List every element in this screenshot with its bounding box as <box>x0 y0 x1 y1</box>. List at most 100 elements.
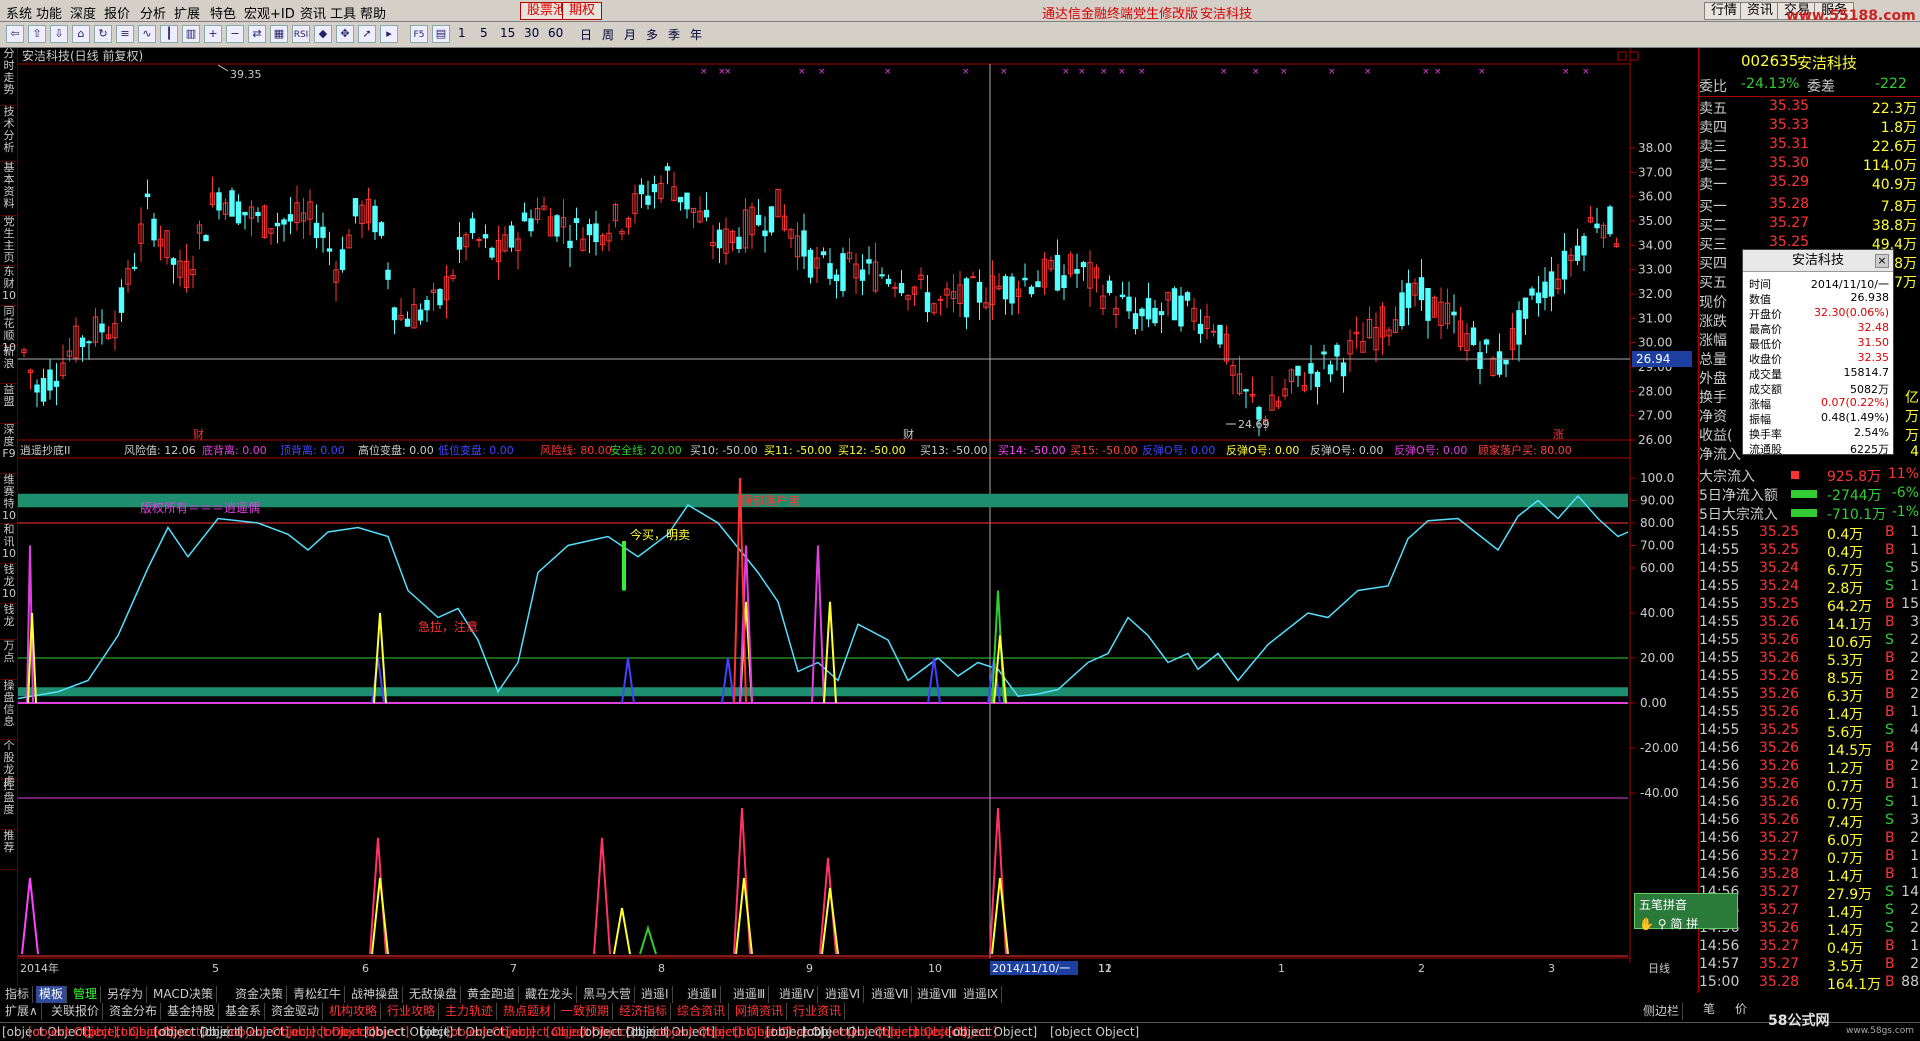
period-week[interactable]: 周 <box>602 26 614 43</box>
bottom-tab-12[interactable]: 逍遥Ⅰ <box>638 986 673 1003</box>
period-30[interactable]: 30 <box>524 26 539 40</box>
period-1[interactable]: 1 <box>458 26 466 40</box>
ext-tab-9[interactable]: 热点题材 <box>500 1003 556 1020</box>
left-tab-1[interactable]: 技术分析 <box>1 106 17 162</box>
zoom-in-icon[interactable]: + <box>204 25 222 43</box>
quote-button[interactable]: 行情 <box>1704 2 1745 20</box>
ext-tab-10[interactable]: 一致预期 <box>558 1003 614 1020</box>
refresh-icon[interactable]: ↻ <box>94 25 112 43</box>
bottom-tab-10[interactable]: 藏在龙头 <box>522 986 578 1003</box>
arrow-icon[interactable]: ➚ <box>358 25 376 43</box>
bottom-tab-3[interactable]: 另存为 <box>104 986 148 1003</box>
period-multi[interactable]: 多 <box>646 26 658 43</box>
event-marker[interactable]: 涨 <box>1553 428 1564 441</box>
left-tab-9[interactable]: 维赛特10 <box>1 474 17 524</box>
ext-tab-4[interactable]: 基金系 <box>222 1003 266 1020</box>
left-tab-14[interactable]: 操盘信息 <box>1 680 17 740</box>
ime-widget[interactable]: 五笔拼音 ✋ ⚲ 简 拼 <box>1634 893 1738 931</box>
options-tag[interactable]: 期权 <box>562 2 603 20</box>
menu-item-8[interactable]: 资讯 <box>300 3 326 22</box>
bottom-tab-4[interactable]: MACD决策 <box>150 986 217 1003</box>
left-tab-4[interactable]: 东财10 <box>1 266 17 306</box>
back-icon[interactable]: ⇦ <box>6 25 24 43</box>
ext-tab-12[interactable]: 综合资讯 <box>674 1003 730 1020</box>
menu-item-4[interactable]: 分析 <box>140 3 166 22</box>
period-quarter[interactable]: 季 <box>668 26 680 43</box>
bottom-tab-11[interactable]: 黑马大营 <box>580 986 636 1003</box>
event-marker[interactable]: 财 <box>193 427 204 441</box>
menu-item-1[interactable]: 功能 <box>36 3 62 22</box>
ext-tab-6[interactable]: 机构攻略 <box>326 1003 382 1020</box>
f5-icon[interactable]: F5 <box>410 25 428 43</box>
ext-tab-2[interactable]: 资金分布 <box>106 1003 162 1020</box>
ime-simplified[interactable]: 简 <box>1670 917 1682 931</box>
diamond-icon[interactable]: ◆ <box>314 25 332 43</box>
left-tab-17[interactable]: 推荐 <box>1 830 17 870</box>
compare-icon[interactable]: ⇄ <box>248 25 266 43</box>
news-button[interactable]: 资讯 <box>1740 2 1781 20</box>
ext-tab-8[interactable]: 主力轨迹 <box>442 1003 498 1020</box>
ext-tab-14[interactable]: 行业资讯 <box>790 1003 846 1020</box>
menu-item-9[interactable]: 工具 <box>330 3 356 22</box>
left-tab-11[interactable]: 钱龙10 <box>1 564 17 604</box>
list-icon[interactable]: ≡ <box>116 25 134 43</box>
bottom-tab-17[interactable]: 逍遥Ⅶ <box>868 986 913 1003</box>
play-icon[interactable]: ▸ <box>380 25 398 43</box>
ext-tab-7[interactable]: 行业攻略 <box>384 1003 440 1020</box>
period-month[interactable]: 月 <box>624 26 636 43</box>
left-tab-6[interactable]: 新浪 <box>1 346 17 384</box>
tab-price[interactable]: 价 <box>1735 1000 1747 1017</box>
ext-tab-0[interactable]: 扩展∧ <box>2 1003 42 1020</box>
chart-canvas[interactable]: 安洁科技(日线 前复权) 38.00 37.00 36.00 35.00 34.00 33.… <box>18 48 1698 986</box>
left-tab-16[interactable]: 控盘度 <box>1 780 17 830</box>
bottom-tab-5[interactable]: 资金决策 <box>232 986 288 1003</box>
left-tab-15[interactable]: 个股龙虎 <box>1 740 17 788</box>
close-icon[interactable]: × <box>1875 254 1889 268</box>
down-icon[interactable]: ⇩ <box>50 25 68 43</box>
ime-pinyin[interactable]: 拼 <box>1686 917 1698 931</box>
bottom-tab-2[interactable]: 管理 <box>70 986 102 1003</box>
ext-tab-11[interactable]: 经济指标 <box>616 1003 672 1020</box>
layout-icon[interactable]: ▤ <box>432 25 450 43</box>
bottom-tab-18[interactable]: 逍遥Ⅷ <box>914 986 961 1003</box>
bottom-tab-14[interactable]: 逍遥Ⅲ <box>730 986 770 1003</box>
menu-item-10[interactable]: 帮助 <box>360 3 386 22</box>
left-tab-13[interactable]: 万点 <box>1 640 17 680</box>
menu-item-5[interactable]: 扩展 <box>174 3 200 22</box>
ext-tab-5[interactable]: 资金驱动 <box>268 1003 324 1020</box>
up-icon[interactable]: ⇧ <box>28 25 46 43</box>
left-tab-5[interactable]: 同花顺10 <box>1 306 17 354</box>
menu-item-7[interactable]: 宏观+ID <box>244 3 295 22</box>
ext-tab-13[interactable]: 网摘资讯 <box>732 1003 788 1020</box>
menu-item-3[interactable]: 报价 <box>104 3 130 22</box>
ext-tab-1[interactable]: 关联报价 <box>48 1003 104 1020</box>
period-60[interactable]: 60 <box>548 26 563 40</box>
menu-item-2[interactable]: 深度 <box>70 3 96 22</box>
bottom-tab-0[interactable]: 指标 <box>2 986 34 1003</box>
bottom-tab-13[interactable]: 逍遥Ⅱ <box>684 986 721 1003</box>
bottom-tab-19[interactable]: 逍遥Ⅸ <box>960 986 1003 1003</box>
zoom-out-icon[interactable]: − <box>226 25 244 43</box>
bottom-tab-1[interactable]: 模板 <box>36 986 68 1003</box>
menu-item-6[interactable]: 特色 <box>210 3 236 22</box>
period-day[interactable]: 日 <box>580 26 592 43</box>
minute-chart-icon[interactable]: ∿ <box>138 25 156 43</box>
sidebar-toggle[interactable]: 侧边栏 <box>1640 1003 1684 1020</box>
bottom-tab-16[interactable]: 逍遥Ⅵ <box>822 986 865 1003</box>
left-tab-0[interactable]: 分时走势 <box>1 48 17 106</box>
bottom-tab-15[interactable]: 逍遥Ⅳ <box>776 986 819 1003</box>
grid-icon[interactable]: ▦ <box>270 25 288 43</box>
bottom-tab-7[interactable]: 战神操盘 <box>348 986 404 1003</box>
period-year[interactable]: 年 <box>690 26 702 43</box>
home-icon[interactable]: ⌂ <box>72 25 90 43</box>
left-tab-2[interactable]: 基本资料 <box>1 162 17 216</box>
tab-ticks[interactable]: 笔 <box>1703 1000 1715 1017</box>
event-marker[interactable]: 财 <box>903 427 914 441</box>
period-15[interactable]: 15 <box>500 26 515 40</box>
bottom-tab-9[interactable]: 黄金跑道 <box>464 986 520 1003</box>
left-tab-10[interactable]: 和讯10 <box>1 524 17 564</box>
menu-item-0[interactable]: 系统 <box>6 3 32 22</box>
left-tab-12[interactable]: 钱龙 <box>1 604 17 640</box>
ext-tab-3[interactable]: 基金持股 <box>164 1003 220 1020</box>
period-5[interactable]: 5 <box>480 26 488 40</box>
